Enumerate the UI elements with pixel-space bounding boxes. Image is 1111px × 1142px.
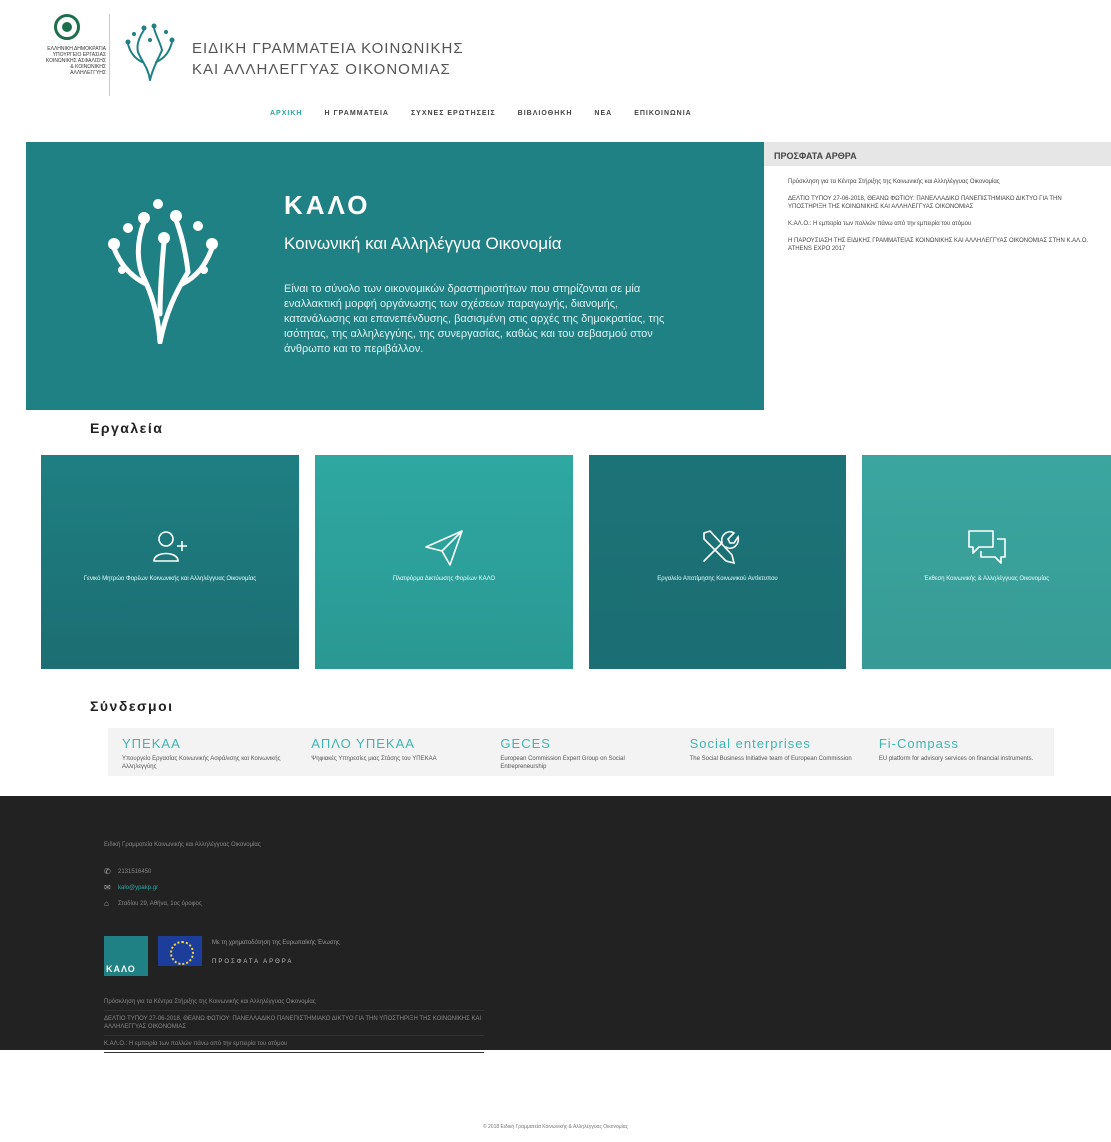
main-nav: ΑΡΧΙΚΗ Η ΓΡΑΜΜΑΤΕΙΑ ΣΥΧΝΕΣ ΕΡΩΤΗΣΕΙΣ ΒΙΒ… xyxy=(270,110,692,117)
link-item[interactable]: ΥΠΕΚΑΑ Υπουργείο Εργασίας Κοινωνικής Ασφ… xyxy=(108,728,297,776)
email-icon: ✉ xyxy=(104,883,111,892)
tool-card-report[interactable]: Έκθεση Κοινωνικής & Αλληλέγγυας Οικονομί… xyxy=(862,455,1111,669)
recent-articles-title: ΠΡΟΣΦΑΤΑ ΑΡΘΡΑ xyxy=(764,142,1111,166)
link-description: EU platform for advisory services on fin… xyxy=(878,756,1034,762)
site-footer: Ειδική Γραμματεία Κοινωνικής και Αλληλέγ… xyxy=(0,796,1111,1053)
link-title: ΑΠΛΟ ΥΠΕΚΑΑ xyxy=(311,736,415,751)
phone-number[interactable]: 2131516450 xyxy=(118,869,151,875)
site-title-line: ΚΑΙ ΑΛΛΗΛΕΓΓΥΑΣ ΟΙΚΟΝΟΜΙΑΣ xyxy=(192,61,451,78)
hero-subtitle: Κοινωνική και Αλληλέγγυα Οικονομία xyxy=(284,234,562,253)
links-section-title: Σύνδεσμοι xyxy=(90,698,174,714)
article-link[interactable]: Πρόσκληση για τα Κέντρα Στήριξης της Κοι… xyxy=(788,178,1097,186)
link-title: ΥΠΕΚΑΑ xyxy=(122,736,181,751)
link-description: Ψηφιακές Υπηρεσίες μιας Στάσης του ΥΠΕΚΑ… xyxy=(311,756,437,762)
chat-icon xyxy=(967,530,1006,564)
tool-label: Γενικό Μητρώο Φορέων Κοινωνικής και Αλλη… xyxy=(83,576,257,582)
greek-seal-icon xyxy=(54,14,80,40)
tool-card-network[interactable]: Πλατφόρμα Δικτύωσης Φορέων ΚΑΛΟ xyxy=(315,455,573,669)
article-link[interactable]: Η ΠΑΡΟΥΣΙΑΣΗ ΤΗΣ ΕΙΔΙΚΗΣ ΓΡΑΜΜΑΤΕΙΑΣ ΚΟΙ… xyxy=(788,237,1097,253)
tool-label: Εργαλείο Αποτίμησης Κοινωνικού Αντίκτυπο… xyxy=(657,576,778,582)
link-title: Fi-Compass xyxy=(878,736,959,751)
nav-item-contact[interactable]: ΕΠΙΚΟΙΝΩΝΙΑ xyxy=(634,110,692,117)
kalo-logo-text: ΚΑΛΟ xyxy=(106,964,136,974)
tool-label: Έκθεση Κοινωνικής & Αλληλέγγυας Οικονομί… xyxy=(923,576,1050,582)
recent-articles-list: Πρόσκληση για τα Κέντρα Στήριξης της Κοι… xyxy=(764,166,1111,253)
nav-item-secretariat[interactable]: Η ΓΡΑΜΜΑΤΕΙΑ xyxy=(324,110,389,117)
add-user-icon xyxy=(153,531,187,562)
recent-articles: ΠΡΟΣΦΑΤΑ ΑΡΘΡΑ Πρόσκληση για τα Κέντρα Σ… xyxy=(764,142,1111,410)
link-item[interactable]: Fi-Compass EU platform for advisory serv… xyxy=(865,728,1054,776)
government-logo[interactable]: ΕΛΛΗΝΙΚΗ ΔΗΜΟΚΡΑΤΙΑ ΥΠΟΥΡΓΕΙΟ ΕΡΓΑΣΙΑΣ Κ… xyxy=(28,14,110,96)
footer-recent-list: Πρόσκληση για τα Κέντρα Στήριξης της Κοι… xyxy=(104,994,484,1053)
footer-article-link[interactable]: ΔΕΛΤΙΟ ΤΥΠΟΥ 27-06-2018, ΘΕΑΝΩ ΦΩΤΙΟΥ: Π… xyxy=(104,1011,484,1036)
footer-article-link[interactable]: Κ.ΑΛ.Ο.: Η εμπειρία των πολλών πάνω από … xyxy=(104,1036,484,1053)
link-description: European Commission Expert Group on Soci… xyxy=(500,756,625,770)
tools-icon xyxy=(702,530,739,565)
site-header: ΕΛΛΗΝΙΚΗ ΔΗΜΟΚΡΑΤΙΑ ΥΠΟΥΡΓΕΙΟ ΕΡΓΑΣΙΑΣ Κ… xyxy=(0,0,1111,140)
link-description: Υπουργείο Εργασίας Κοινωνικής Ασφάλισης … xyxy=(122,756,281,770)
paper-plane-icon xyxy=(425,530,463,566)
external-links: ΥΠΕΚΑΑ Υπουργείο Εργασίας Κοινωνικής Ασφ… xyxy=(108,728,1054,776)
eu-support-text: Με τη χρηματοδότηση της Ευρωπαϊκής Ένωση… xyxy=(212,940,340,946)
site-title[interactable]: ΕΙΔΙΚΗ ΓΡΑΜΜΑΤΕΙΑ ΚΟΙΝΩΝΙΚΗΣ ΚΑΙ ΑΛΛΗΛΕΓ… xyxy=(192,38,464,80)
footer-email: ✉ kalo@ypakp.gr xyxy=(104,884,158,892)
tool-card-impact[interactable]: Εργαλείο Αποτίμησης Κοινωνικού Αντίκτυπο… xyxy=(589,455,846,669)
footer-phone: ✆ 2131516450 xyxy=(104,868,151,876)
tools-section-title: Εργαλεία xyxy=(90,420,164,436)
nav-item-news[interactable]: ΝΕΑ xyxy=(594,110,612,117)
email-link[interactable]: kalo@ypakp.gr xyxy=(118,885,158,891)
nav-item-faq[interactable]: ΣΥΧΝΕΣ ΕΡΩΤΗΣΕΙΣ xyxy=(411,110,496,117)
hero-banner: ΚΑΛΟ Κοινωνική και Αλληλέγγυα Οικονομία … xyxy=(26,142,764,410)
tool-card-registry[interactable]: Γενικό Μητρώο Φορέων Κοινωνικής και Αλλη… xyxy=(41,455,299,669)
tree-people-icon xyxy=(108,199,218,344)
hero-title: ΚΑΛΟ xyxy=(284,190,371,220)
ministry-line: ΑΛΛΗΛΕΓΓΥΗΣ xyxy=(70,70,106,76)
eu-flag-icon xyxy=(158,936,202,966)
article-link[interactable]: ΔΕΛΤΙΟ ΤΥΠΟΥ 27-06-2018, ΘΕΑΝΩ ΦΩΤΙΟΥ: Π… xyxy=(788,195,1097,211)
nav-item-library[interactable]: ΒΙΒΛΙΟΘΗΚΗ xyxy=(518,110,573,117)
link-title: Social enterprises xyxy=(689,736,811,751)
phone-icon: ✆ xyxy=(104,867,111,876)
ministry-name: ΕΛΛΗΝΙΚΗ ΔΗΜΟΚΡΑΤΙΑ ΥΠΟΥΡΓΕΙΟ ΕΡΓΑΣΙΑΣ Κ… xyxy=(28,46,106,76)
address-text: Σταδίου 29, Αθήνα, 1ος όροφος xyxy=(118,901,202,907)
link-description: The Social Business Initiative team of E… xyxy=(689,756,852,762)
footer-org-name: Ειδική Γραμματεία Κοινωνικής και Αλληλέγ… xyxy=(104,842,261,848)
link-item[interactable]: ΑΠΛΟ ΥΠΕΚΑΑ Ψηφιακές Υπηρεσίες μιας Στάσ… xyxy=(297,728,486,776)
link-item[interactable]: GECES European Commission Expert Group o… xyxy=(486,728,675,776)
location-icon: ⌂ xyxy=(104,899,109,908)
tool-label: Πλατφόρμα Δικτύωσης Φορέων ΚΑΛΟ xyxy=(392,576,496,582)
site-title-line: ΕΙΔΙΚΗ ΓΡΑΜΜΑΤΕΙΑ ΚΟΙΝΩΝΙΚΗΣ xyxy=(192,40,464,57)
link-title: GECES xyxy=(500,736,551,751)
footer-article-link[interactable]: Πρόσκληση για τα Κέντρα Στήριξης της Κοι… xyxy=(104,994,484,1011)
article-link[interactable]: Κ.ΑΛ.Ο.: Η εμπειρία των πολλών πάνω από … xyxy=(788,220,1097,228)
tree-logo-icon[interactable] xyxy=(120,22,180,82)
copyright-text: © 2018 Ειδική Γραμματεία Κοινωνικής & Αλ… xyxy=(482,1124,629,1130)
hero-description: Είναι το σύνολο των οικονομικών δραστηρι… xyxy=(284,283,665,355)
kalo-logo[interactable]: ΚΑΛΟ xyxy=(104,936,148,976)
link-item[interactable]: Social enterprises The Social Business I… xyxy=(676,728,865,776)
footer-recent-title: ΠΡΟΣΦΑΤΑ ΑΡΘΡΑ xyxy=(212,959,294,965)
nav-item-home[interactable]: ΑΡΧΙΚΗ xyxy=(270,110,302,117)
footer-address: ⌂ Σταδίου 29, Αθήνα, 1ος όροφος xyxy=(104,900,202,908)
